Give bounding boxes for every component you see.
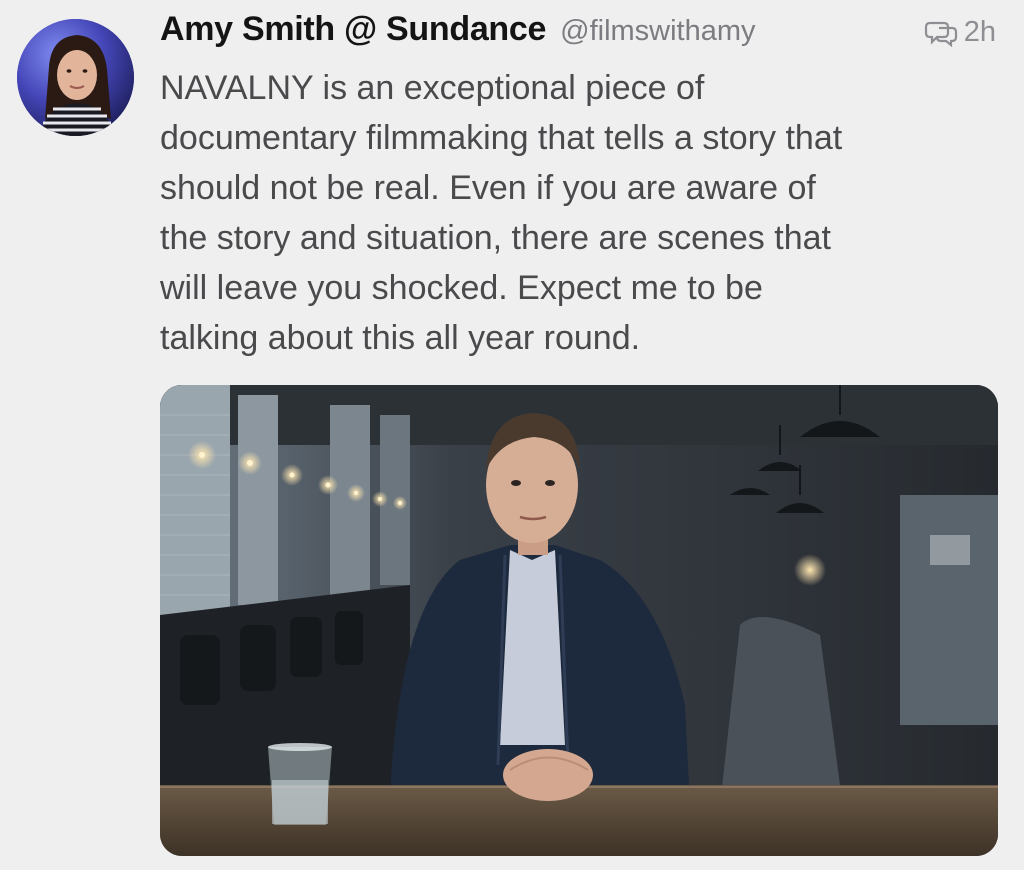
- conversation-icon[interactable]: [924, 18, 958, 48]
- tweet-text: NAVALNY is an exceptional piece of docum…: [160, 69, 843, 357]
- tweet-header: Amy Smith @ Sundance @filmswithamy: [160, 10, 1000, 66]
- tweet-image[interactable]: [160, 385, 998, 856]
- user-avatar[interactable]: [17, 19, 134, 136]
- tweet-card[interactable]: Amy Smith @ Sundance @filmswithamy 2h NA…: [0, 0, 1024, 870]
- avatar-photo: [17, 19, 134, 136]
- timestamp[interactable]: 2h: [964, 16, 996, 49]
- tweet-meta: 2h: [924, 16, 996, 49]
- display-name[interactable]: Amy Smith @ Sundance: [160, 10, 546, 49]
- user-handle[interactable]: @filmswithamy: [560, 15, 755, 48]
- film-still-image: [160, 385, 998, 856]
